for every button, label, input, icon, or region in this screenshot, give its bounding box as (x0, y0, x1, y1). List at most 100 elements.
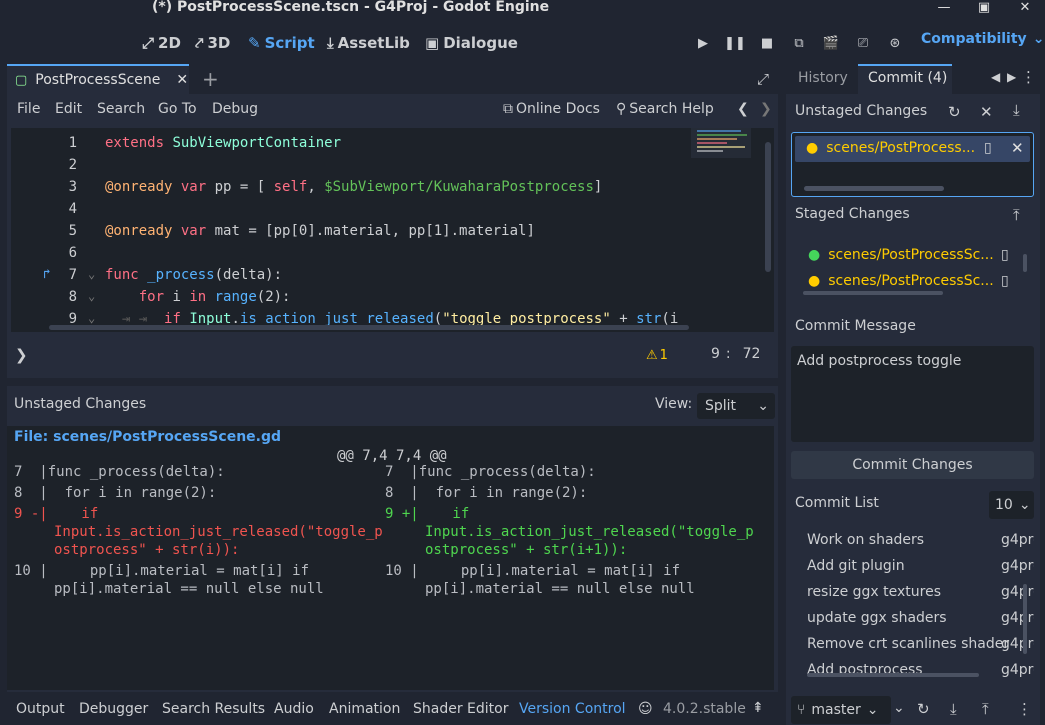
diff-view: File: scenes/PostProcessScene.gd @@ 7,4 … (7, 426, 774, 690)
code-line-5: @onready var mat = [pp[0].material, pp[1… (105, 223, 535, 239)
tab-animation[interactable]: Animation (329, 701, 400, 717)
fold-arrow-icon[interactable]: ⌄ (88, 267, 95, 281)
remote-debug-icon[interactable]: ⧉ (788, 33, 810, 53)
staged-list[interactable]: ● scenes/PostProcessSc... ▯ ● scenes/Pos… (791, 232, 1034, 300)
menu-edit[interactable]: Edit (55, 101, 82, 117)
view-mode-select[interactable]: Split ⌄ (697, 393, 775, 419)
branch-icon: ⑂ (797, 702, 806, 718)
script-icon: ✎ (248, 34, 261, 52)
branch-select[interactable]: ⑂ master ⌄ (791, 696, 891, 724)
list-item[interactable]: ● scenes/PostProcess... (806, 140, 975, 156)
pull-icon[interactable]: ⤓ (950, 700, 957, 718)
minimize-icon[interactable]: — (935, 0, 953, 18)
remote-menu-icon[interactable]: ⋮ (1017, 700, 1032, 718)
horizontal-scrollbar[interactable] (804, 186, 944, 191)
horizontal-scrollbar[interactable] (807, 673, 979, 677)
add-tab-icon[interactable]: + (202, 67, 219, 91)
refresh-remote-icon[interactable]: ↻ (917, 700, 930, 718)
vertical-scrollbar[interactable] (1023, 584, 1027, 654)
line-number: 6 (68, 245, 77, 261)
chevron-down-icon: ⌄ (1032, 31, 1045, 47)
commit-message[interactable]: resize ggx textures (807, 584, 941, 600)
play-custom-scene-icon[interactable]: ⎚ (852, 33, 874, 53)
tab-postprocessscene[interactable]: ▢ PostProcessScene ✕ (7, 64, 189, 94)
pause-icon[interactable]: ❚❚ (724, 33, 746, 53)
line-number: 3 (68, 179, 77, 195)
scroll-tabs-right-icon[interactable]: ▶ (1007, 70, 1016, 84)
line-number: 5 (68, 223, 77, 239)
menu-debug[interactable]: Debug (212, 101, 258, 117)
renderer-dropdown[interactable]: Compatibility ⌄ (921, 31, 1044, 47)
commit-list[interactable]: Work on shaders g4pro Add git plugin g4p… (791, 526, 1034, 680)
tab-output[interactable]: Output (16, 701, 65, 717)
push-icon[interactable]: ⤒ (982, 700, 989, 718)
history-back-icon[interactable]: ❮ (737, 101, 749, 117)
movie-maker-icon[interactable]: ⊛ (884, 33, 906, 53)
minimap[interactable] (691, 128, 751, 158)
close-tab-icon[interactable]: ✕ (176, 72, 188, 88)
history-forward-icon[interactable]: ❯ (760, 101, 772, 117)
mode-3d-button[interactable]: ⤤ 3D (195, 32, 230, 54)
tab-version-control[interactable]: Version Control (519, 701, 626, 717)
commit-message[interactable]: update ggx shaders (807, 610, 947, 626)
script-file-icon: ▢ (15, 72, 28, 88)
tab-shader-editor[interactable]: Shader Editor (413, 701, 508, 717)
tab-audio[interactable]: Audio (274, 701, 314, 717)
warning-icon: ⚠ (646, 348, 658, 363)
commit-message-input[interactable]: Add postprocess toggle (791, 346, 1034, 442)
file-icon: ▯ (1001, 247, 1009, 263)
warnings-button[interactable]: ⚠ 1 (646, 348, 668, 363)
list-item[interactable]: ● scenes/PostProcessSc... (808, 273, 994, 289)
mode-assetlib-button[interactable]: ⤓ AssetLib (327, 32, 410, 54)
fold-arrow-icon[interactable]: ⌄ (88, 311, 95, 325)
mode-dialogue-button[interactable]: ▣ Dialogue (425, 32, 518, 54)
commit-message[interactable]: Remove crt scanlines shader (807, 636, 1009, 652)
toggle-scripts-panel-icon[interactable]: ❯ (15, 346, 28, 364)
play-icon[interactable]: ▶ (692, 33, 714, 53)
discard-all-icon[interactable]: ✕ (980, 103, 993, 121)
code-line-1: extends SubViewportContainer (105, 135, 342, 151)
search-help-icon: ⚲ (616, 101, 627, 117)
commit-message[interactable]: Work on shaders (807, 532, 924, 548)
fold-arrow-icon[interactable]: ⌄ (88, 289, 95, 303)
commit-message[interactable]: Add git plugin (807, 558, 905, 574)
search-help-button[interactable]: ⚲ Search Help (616, 101, 714, 117)
dock-menu-icon[interactable]: ⋮ (1021, 68, 1036, 86)
online-docs-button[interactable]: ⧉ Online Docs (503, 101, 600, 117)
menu-search[interactable]: Search (97, 101, 145, 117)
list-item[interactable]: ● scenes/PostProcessSc... (808, 247, 994, 263)
tab-history[interactable]: History (798, 70, 848, 86)
code-editor[interactable]: 1 2 3 4 5 6 7 8 9 ↱ ⌄ ⌄ ⌄ extends SubVie… (11, 128, 774, 332)
tab-debugger[interactable]: Debugger (79, 701, 148, 717)
menu-file[interactable]: File (17, 101, 40, 117)
tab-commit[interactable]: Commit (4) (868, 70, 947, 86)
refresh-icon[interactable]: ↻ (948, 103, 961, 121)
discard-file-icon[interactable]: ✕ (1011, 139, 1024, 157)
mode-2d-button[interactable]: ⤢ 2D (142, 32, 181, 54)
stage-all-icon[interactable]: ⤓ (1013, 101, 1020, 119)
branch-options-icon[interactable]: ⌄ (893, 700, 905, 716)
vertical-scrollbar[interactable] (765, 142, 771, 272)
assetlib-icon: ⤓ (327, 34, 334, 52)
expand-bottom-panel-icon[interactable]: ⇞ (752, 700, 764, 716)
menu-goto[interactable]: Go To (158, 101, 197, 117)
distraction-free-icon[interactable]: ⤢ (757, 70, 769, 88)
close-window-icon[interactable]: ✕ (1016, 0, 1034, 18)
commit-changes-button[interactable]: Commit Changes (791, 451, 1034, 479)
commit-author: g4pro (1001, 532, 1034, 548)
tab-search-results[interactable]: Search Results (162, 701, 265, 717)
horizontal-scrollbar[interactable] (803, 291, 943, 295)
line-number: 1 (68, 135, 77, 151)
diff-line-old-9: 9 -| if (14, 506, 99, 522)
play-scene-icon[interactable]: 🎬 (820, 33, 842, 53)
stop-icon[interactable]: ■ (756, 33, 778, 53)
mode-script-button[interactable]: ✎ Script (248, 32, 315, 54)
vertical-scrollbar[interactable] (1023, 254, 1027, 272)
scroll-tabs-left-icon[interactable]: ◀ (991, 70, 1000, 84)
unstaged-list[interactable]: ● scenes/PostProcess... ▯ ✕ (791, 132, 1034, 197)
maximize-icon[interactable]: ▣ (975, 0, 993, 18)
unstage-all-icon[interactable]: ⤒ (1013, 206, 1020, 224)
commit-list-count-select[interactable]: 10 ⌄ (989, 491, 1034, 519)
version-label[interactable]: 4.0.2.stable (663, 701, 746, 717)
horizontal-scrollbar[interactable] (49, 325, 689, 330)
